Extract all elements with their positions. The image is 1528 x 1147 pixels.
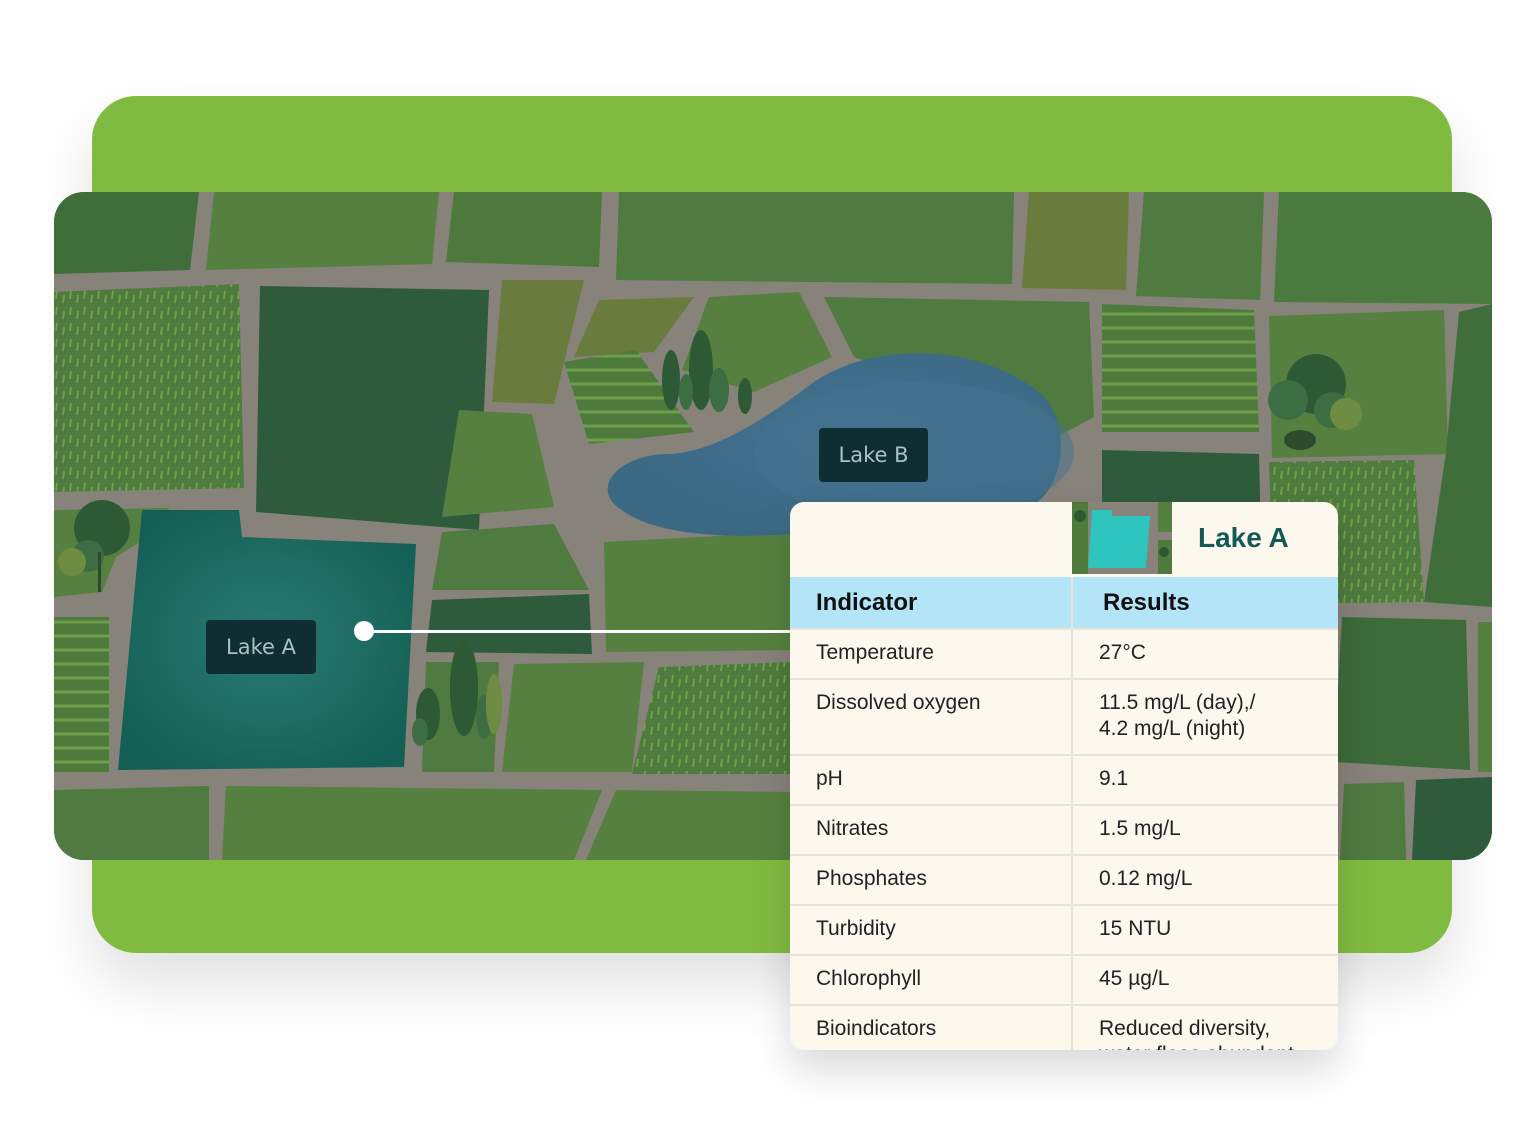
- indicator-cell: Temperature: [790, 628, 1073, 679]
- connector-line: [364, 630, 794, 633]
- table-row: Temperature 27°C: [790, 628, 1338, 679]
- indicator-cell: Dissolved oxygen: [790, 678, 1073, 755]
- field: [586, 790, 794, 860]
- field: [426, 594, 592, 654]
- column-header: Results: [1072, 577, 1338, 629]
- field: [54, 617, 109, 772]
- result-cell: 11.5 mg/L (day),/ 4.2 mg/L (night): [1072, 678, 1338, 755]
- panel-title: Lake A: [1198, 522, 1289, 553]
- field: [54, 786, 209, 860]
- field: [54, 284, 244, 492]
- indicator-table: Indicator Results Temperature 27°C Dissolv…: [790, 577, 1338, 1050]
- lake-a-thumbnail: [1072, 502, 1172, 574]
- result-cell: Reduced diversity, water fleas abundant: [1072, 1004, 1338, 1050]
- indicator-cell: Phosphates: [790, 854, 1073, 905]
- result-cell: 0.12 mg/L: [1072, 854, 1338, 905]
- lake-b-label[interactable]: Lake B: [819, 428, 928, 482]
- table-row: Phosphates 0.12 mg/L: [790, 854, 1338, 905]
- table-row: pH 9.1: [790, 754, 1338, 805]
- result-cell: 45 µg/L: [1072, 954, 1338, 1005]
- table-row: Turbidity 15 NTU: [790, 904, 1338, 955]
- table-row: Nitrates 1.5 mg/L: [790, 804, 1338, 855]
- indicator-cell: Bioindicators: [790, 1004, 1073, 1050]
- result-cell: 15 NTU: [1072, 904, 1338, 955]
- indicator-cell: Nitrates: [790, 804, 1073, 855]
- table-row: Dissolved oxygen 11.5 mg/L (day),/ 4.2 mg…: [790, 678, 1338, 755]
- field: [1412, 777, 1492, 860]
- field: [1136, 192, 1264, 300]
- result-cell: 9.1: [1072, 754, 1338, 805]
- field: [1340, 782, 1406, 860]
- lake-a-marker[interactable]: [354, 621, 374, 641]
- field: [604, 532, 796, 652]
- field: [632, 662, 796, 774]
- column-header: Indicator: [790, 577, 1073, 629]
- result-cell: 1.5 mg/L: [1072, 804, 1338, 855]
- table-row: Chlorophyll 45 µg/L: [790, 954, 1338, 1005]
- table-header-row: Indicator Results: [790, 577, 1338, 629]
- field: [1334, 617, 1470, 770]
- indicator-cell: Chlorophyll: [790, 954, 1073, 1005]
- field: [446, 192, 602, 267]
- panel-header: Lake A: [790, 502, 1338, 577]
- field: [54, 192, 199, 274]
- field: [222, 786, 602, 860]
- field: [206, 192, 439, 270]
- field: [1478, 622, 1492, 772]
- field: [1022, 192, 1129, 290]
- field: [1274, 192, 1492, 304]
- field: [502, 662, 644, 772]
- indicator-cell: pH: [790, 754, 1073, 805]
- lake-a-label[interactable]: Lake A: [206, 620, 316, 674]
- lake-info-panel: Lake A Indicator Results Temperature 27°C…: [790, 502, 1338, 1050]
- field: [616, 192, 1014, 284]
- field: [1102, 304, 1259, 432]
- result-cell: 27°C: [1072, 628, 1338, 679]
- table-row: BioindicatorsReduced diversity, water fl…: [790, 1004, 1338, 1050]
- indicator-cell: Turbidity: [790, 904, 1073, 955]
